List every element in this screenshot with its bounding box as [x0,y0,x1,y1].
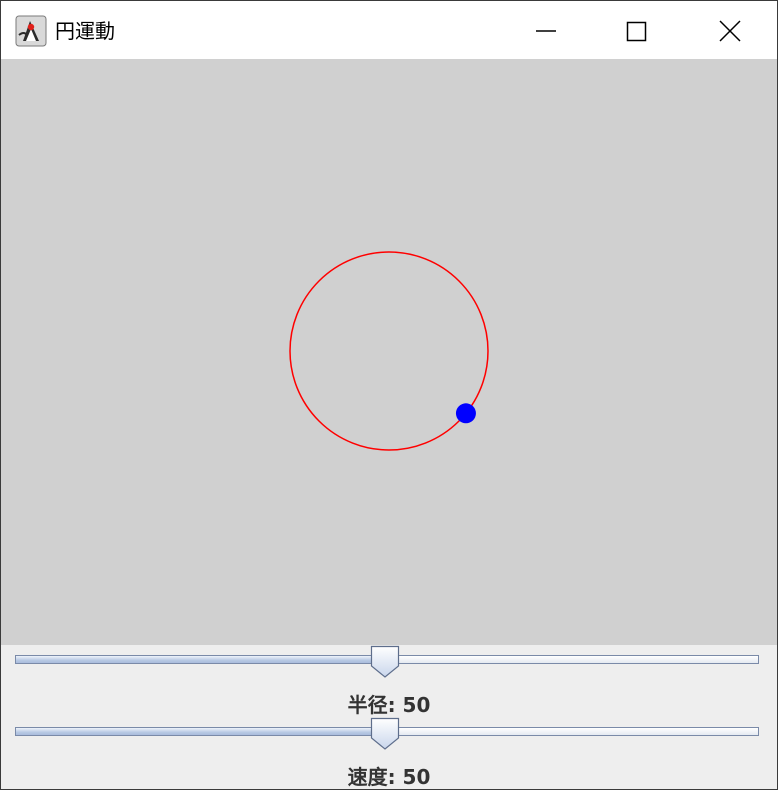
speed-slider-thumb[interactable] [370,717,400,751]
speed-label: 速度: 50 [347,765,431,789]
minimize-icon [536,30,556,32]
window-title: 円運動 [55,19,115,43]
title-bar[interactable]: 円運動 [1,1,777,59]
controls-panel: 半径: 50 速度: 50 [1,645,777,789]
canvas-drawing [289,251,489,451]
java-duke-icon [15,15,47,47]
moving-ball [455,403,476,424]
radius-slider-fill [16,656,387,663]
radius-slider-thumb[interactable] [370,645,400,679]
app-window: 円運動 半径: 50 速度: 50 [0,0,778,790]
maximize-icon [626,21,647,42]
orbit-circle [289,251,489,451]
minimize-button[interactable] [501,1,591,59]
speed-slider-fill [16,728,387,735]
maximize-button[interactable] [591,1,681,59]
close-icon [719,20,741,42]
close-button[interactable] [685,1,775,59]
animation-canvas [1,59,777,645]
speed-slider[interactable] [13,717,763,751]
radius-slider[interactable] [13,645,763,679]
radius-label: 半径: 50 [347,693,431,717]
